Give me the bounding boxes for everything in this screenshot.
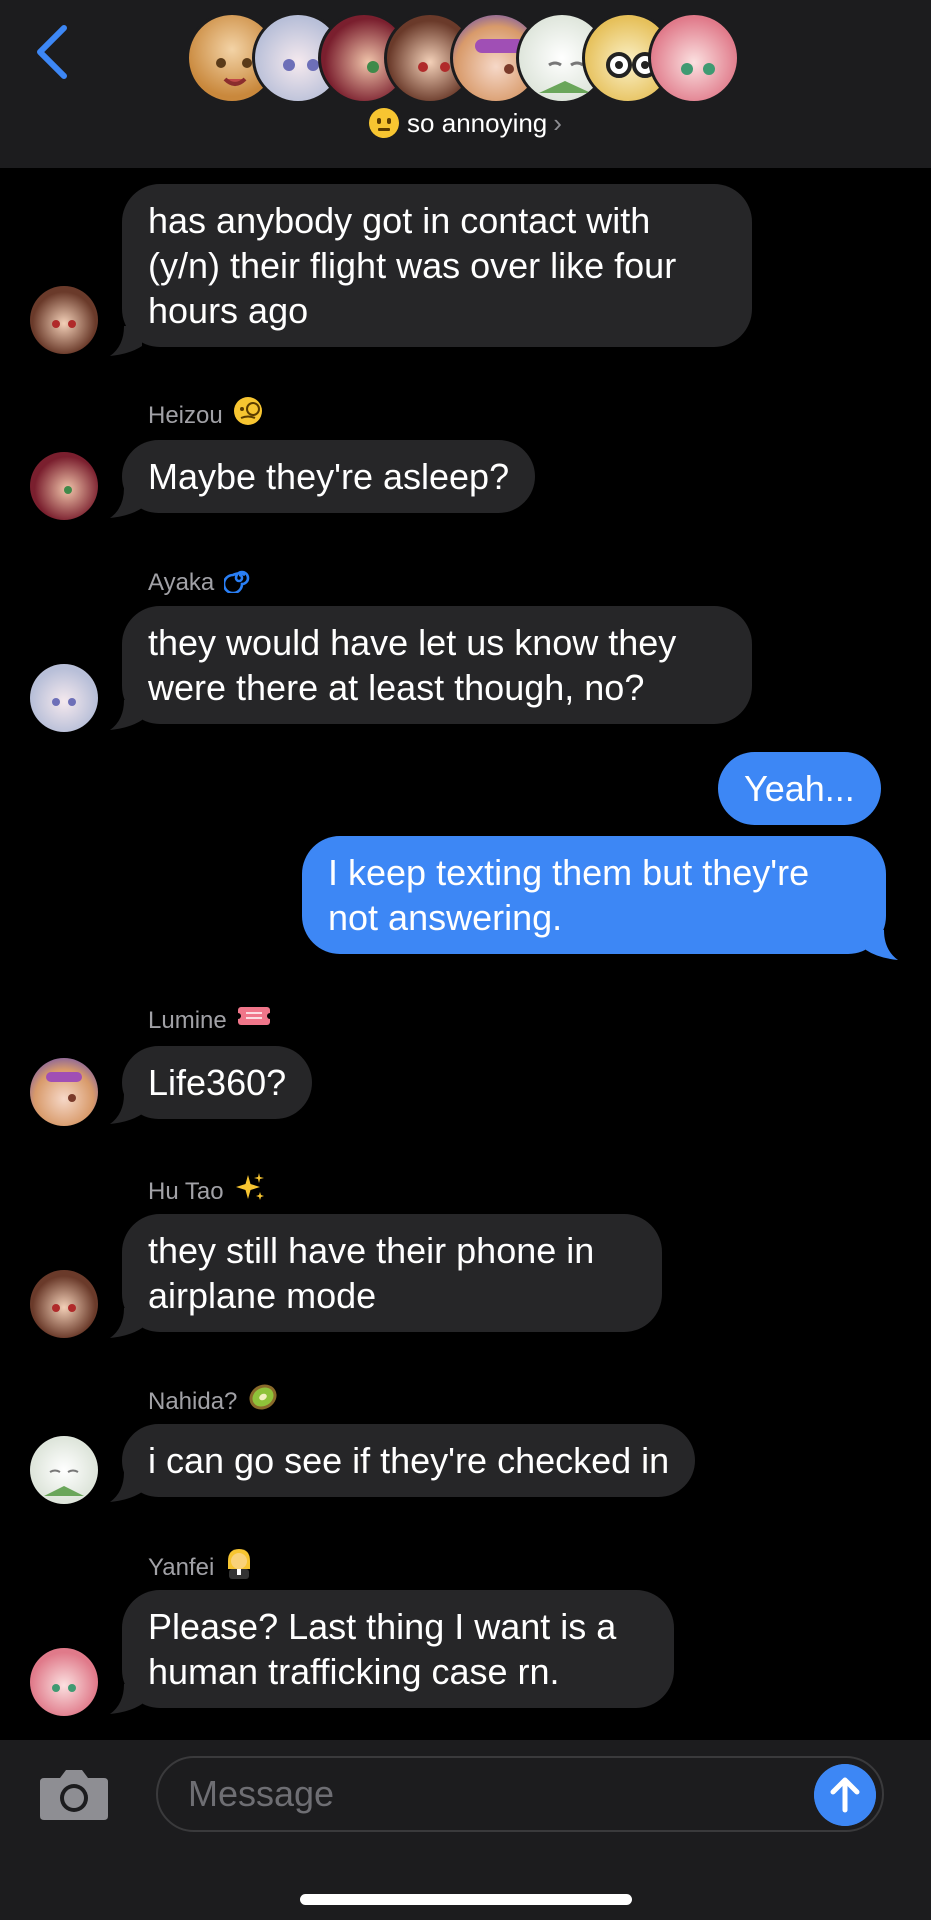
- message-bubble[interactable]: they would have let us know they were th…: [122, 606, 752, 724]
- message-text: Life360?: [148, 1062, 287, 1103]
- chevron-left-icon[interactable]: [30, 22, 74, 82]
- kiwi-icon: [247, 1381, 279, 1420]
- bubble-tail: [110, 326, 142, 356]
- sender-name: Hu Tao: [148, 1173, 266, 1212]
- chat-name-button[interactable]: so annoying ›: [0, 108, 931, 140]
- nahida-avatar[interactable]: [30, 1436, 98, 1504]
- message-bubble[interactable]: i can go see if they're checked in: [122, 1424, 696, 1497]
- message-text: I keep texting them but they're not answ…: [328, 852, 810, 938]
- message-text: i can go see if they're checked in: [148, 1440, 670, 1481]
- message-text: they would have let us know they were th…: [148, 622, 677, 708]
- message-bubble[interactable]: they still have their phone in airplane …: [122, 1214, 662, 1332]
- sender-name: Heizou: [148, 396, 263, 435]
- judge-icon: [224, 1547, 254, 1586]
- cyclone-icon: [223, 563, 254, 600]
- sparkles-icon: [234, 1171, 266, 1210]
- bubble-tail: [110, 1308, 142, 1338]
- message-text: Yeah...: [744, 768, 855, 809]
- bubble-tail: [866, 930, 898, 960]
- group-avatar-8: [648, 12, 740, 104]
- admission-tickets-icon: [234, 1004, 273, 1035]
- neutral-face-emoji-icon: [369, 108, 400, 139]
- sender-name: Yanfei: [148, 1549, 254, 1588]
- chat-name: so annoying: [407, 108, 548, 138]
- heizou-avatar[interactable]: [30, 452, 98, 520]
- message-text: Please? Last thing I want is a human tra…: [148, 1606, 617, 1692]
- message-text: they still have their phone in airplane …: [148, 1230, 595, 1316]
- composer-bar: [0, 1740, 931, 1920]
- message-text: Maybe they're asleep?: [148, 456, 510, 497]
- sender-name: Ayaka: [148, 565, 254, 602]
- sender-name: Nahida?: [148, 1383, 279, 1422]
- message-bubble[interactable]: Maybe they're asleep?: [122, 440, 536, 513]
- yanfei-avatar[interactable]: [30, 1648, 98, 1716]
- message-bubble[interactable]: Please? Last thing I want is a human tra…: [122, 1590, 674, 1708]
- message-bubble-outgoing[interactable]: Yeah...: [718, 752, 881, 825]
- group-avatars[interactable]: [186, 12, 746, 104]
- message-bubble[interactable]: Life360?: [122, 1046, 313, 1119]
- bubble-tail: [110, 1472, 142, 1502]
- bubble-tail: [110, 1684, 142, 1714]
- message-bubble[interactable]: has anybody got in contact with (y/n) th…: [122, 184, 752, 347]
- hu-tao-avatar[interactable]: [30, 1270, 98, 1338]
- message-input-container[interactable]: [156, 1756, 884, 1832]
- ayaka-avatar[interactable]: [30, 664, 98, 732]
- arrow-up-icon[interactable]: [814, 1764, 876, 1826]
- sender-name: Lumine: [148, 1004, 273, 1037]
- home-indicator[interactable]: [300, 1894, 632, 1905]
- bubble-tail: [110, 1094, 142, 1124]
- camera-icon[interactable]: [38, 1766, 110, 1822]
- hu-tao-avatar[interactable]: [30, 286, 98, 354]
- lumine-avatar[interactable]: [30, 1058, 98, 1126]
- chevron-right-icon: ›: [553, 108, 562, 138]
- message-input[interactable]: [188, 1772, 748, 1816]
- message-text: has anybody got in contact with (y/n) th…: [148, 200, 677, 331]
- conversation-header: so annoying ›: [0, 0, 931, 168]
- bubble-tail: [110, 700, 142, 730]
- message-list[interactable]: has anybody got in contact with (y/n) th…: [0, 168, 931, 1740]
- bubble-tail: [110, 488, 142, 518]
- message-bubble-outgoing[interactable]: I keep texting them but they're not answ…: [302, 836, 886, 954]
- face-with-monocle-icon: [233, 396, 263, 433]
